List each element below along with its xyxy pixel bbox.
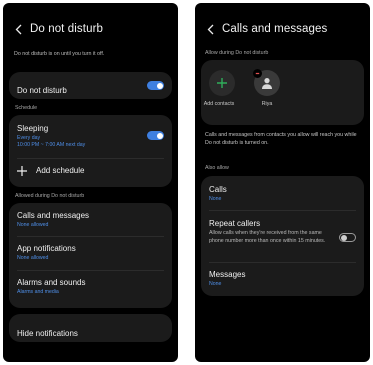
messages-item[interactable]: Messages None [209, 270, 356, 287]
do-not-disturb-screen: Do not disturb Do not disturb is on unti… [3, 3, 178, 362]
allowed-contacts-card: Add contacts Riya [201, 60, 364, 125]
page-title: Do not disturb [30, 23, 103, 35]
schedule-toggle-switch[interactable] [147, 131, 164, 140]
allowed-item-value: Alarms and media [17, 289, 59, 295]
contacts-description: Calls and messages from contacts you all… [205, 132, 357, 147]
screen-header: Calls and messages [204, 21, 370, 37]
add-schedule-button[interactable]: Add schedule [17, 164, 164, 178]
divider [17, 158, 164, 159]
allowed-item-label: Calls and messages [17, 211, 90, 220]
avatar [253, 69, 280, 96]
allowed-item-app-notifications[interactable]: App notifications None allowed [17, 244, 164, 261]
add-contacts-label: Add contacts [203, 101, 235, 107]
contact-riya[interactable]: Riya [253, 69, 280, 107]
dnd-toggle-switch[interactable] [147, 81, 164, 90]
allowed-item-alarms-sounds[interactable]: Alarms and sounds Alarms and media [17, 278, 164, 295]
screen-header: Do not disturb [12, 21, 178, 37]
allowed-item-value: None allowed [17, 255, 49, 261]
hide-notifications-item[interactable]: Hide notifications [9, 314, 172, 342]
add-contacts-circle [209, 70, 235, 96]
messages-value: None [209, 281, 222, 287]
dnd-toggle-card[interactable]: Do not disturb [9, 72, 172, 99]
dnd-status-text: Do not disturb is on until you turn it o… [14, 51, 105, 57]
divider [17, 270, 164, 271]
allowed-item-label: Alarms and sounds [17, 278, 86, 287]
also-allow-card: Calls None Repeat callers Allow calls wh… [201, 176, 364, 296]
divider [17, 236, 164, 237]
divider [209, 262, 356, 263]
calls-and-messages-screen: Calls and messages Allow during Do not d… [195, 3, 370, 362]
contact-name: Riya [261, 101, 273, 107]
schedule-name: Sleeping [17, 124, 49, 133]
back-arrow-icon[interactable] [204, 24, 216, 35]
allowed-item-label: App notifications [17, 244, 76, 253]
calls-item[interactable]: Calls None [209, 185, 356, 202]
person-icon [262, 78, 272, 89]
allowed-item-value: None allowed [17, 222, 49, 228]
allowed-item-calls-messages[interactable]: Calls and messages None allowed [17, 211, 164, 228]
divider [209, 210, 356, 211]
plus-icon [217, 78, 227, 88]
schedule-section-title: Schedule [15, 105, 38, 111]
add-contacts-button[interactable]: Add contacts [204, 70, 235, 107]
schedule-card: Sleeping Every day 10:00 PM ~ 7:00 AM ne… [9, 115, 172, 187]
repeat-callers-description: Allow calls when they're received from t… [209, 230, 326, 244]
calls-label: Calls [209, 185, 227, 194]
messages-label: Messages [209, 270, 246, 279]
schedule-sleeping[interactable]: Sleeping Every day 10:00 PM ~ 7:00 AM ne… [17, 124, 164, 148]
repeat-callers-item[interactable]: Repeat callers Allow calls when they're … [209, 219, 334, 245]
plus-icon [17, 166, 27, 176]
page-title: Calls and messages [222, 23, 328, 35]
allowed-card: Calls and messages None allowed App noti… [9, 203, 172, 308]
repeat-callers-toggle-switch[interactable] [339, 233, 356, 242]
schedule-days: Every day [17, 135, 41, 141]
back-arrow-icon[interactable] [12, 24, 24, 35]
add-schedule-label: Add schedule [36, 166, 85, 175]
calls-value: None [209, 196, 222, 202]
dnd-toggle-label: Do not disturb [17, 86, 67, 95]
also-allow-section-title: Also allow [205, 165, 229, 171]
repeat-callers-label: Repeat callers [209, 219, 261, 228]
hide-notifications-label: Hide notifications [17, 329, 78, 338]
schedule-time: 10:00 PM ~ 7:00 AM next day [17, 142, 86, 148]
allow-section-title: Allow during Do not disturb [205, 50, 269, 56]
allowed-section-title: Allowed during Do not disturb [15, 193, 85, 199]
remove-contact-icon[interactable] [253, 69, 262, 78]
